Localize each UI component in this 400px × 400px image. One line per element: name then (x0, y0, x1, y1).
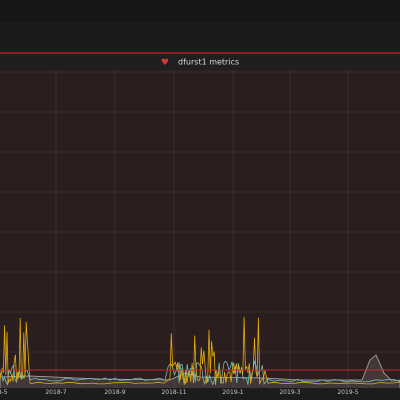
x-tick-label: 2018-9 (104, 389, 126, 396)
series-yellow (0, 316, 400, 385)
x-tick-label: 2019-3 (279, 389, 301, 396)
panel-title-bar[interactable]: ♥ dfurst1 metrics (0, 54, 400, 70)
x-tick-label: 2019-1 (222, 389, 244, 396)
x-tick-label: 2018-7 (45, 389, 67, 396)
x-tick-label: 2018-5 (0, 389, 8, 396)
top-toolbar (0, 0, 400, 23)
panel-title[interactable]: dfurst1 metrics (178, 58, 239, 67)
heart-icon: ♥ (160, 57, 169, 68)
plot-area[interactable] (0, 70, 400, 390)
x-tick-label: 2018-11 (161, 389, 187, 396)
metrics-chart[interactable] (0, 70, 400, 390)
panel-header (0, 22, 400, 52)
x-axis: 2018-5 2018-7 2018-9 2018-11 2019-1 2019-3 201… (0, 388, 400, 400)
x-tick-label: 2019-5 (337, 389, 359, 396)
